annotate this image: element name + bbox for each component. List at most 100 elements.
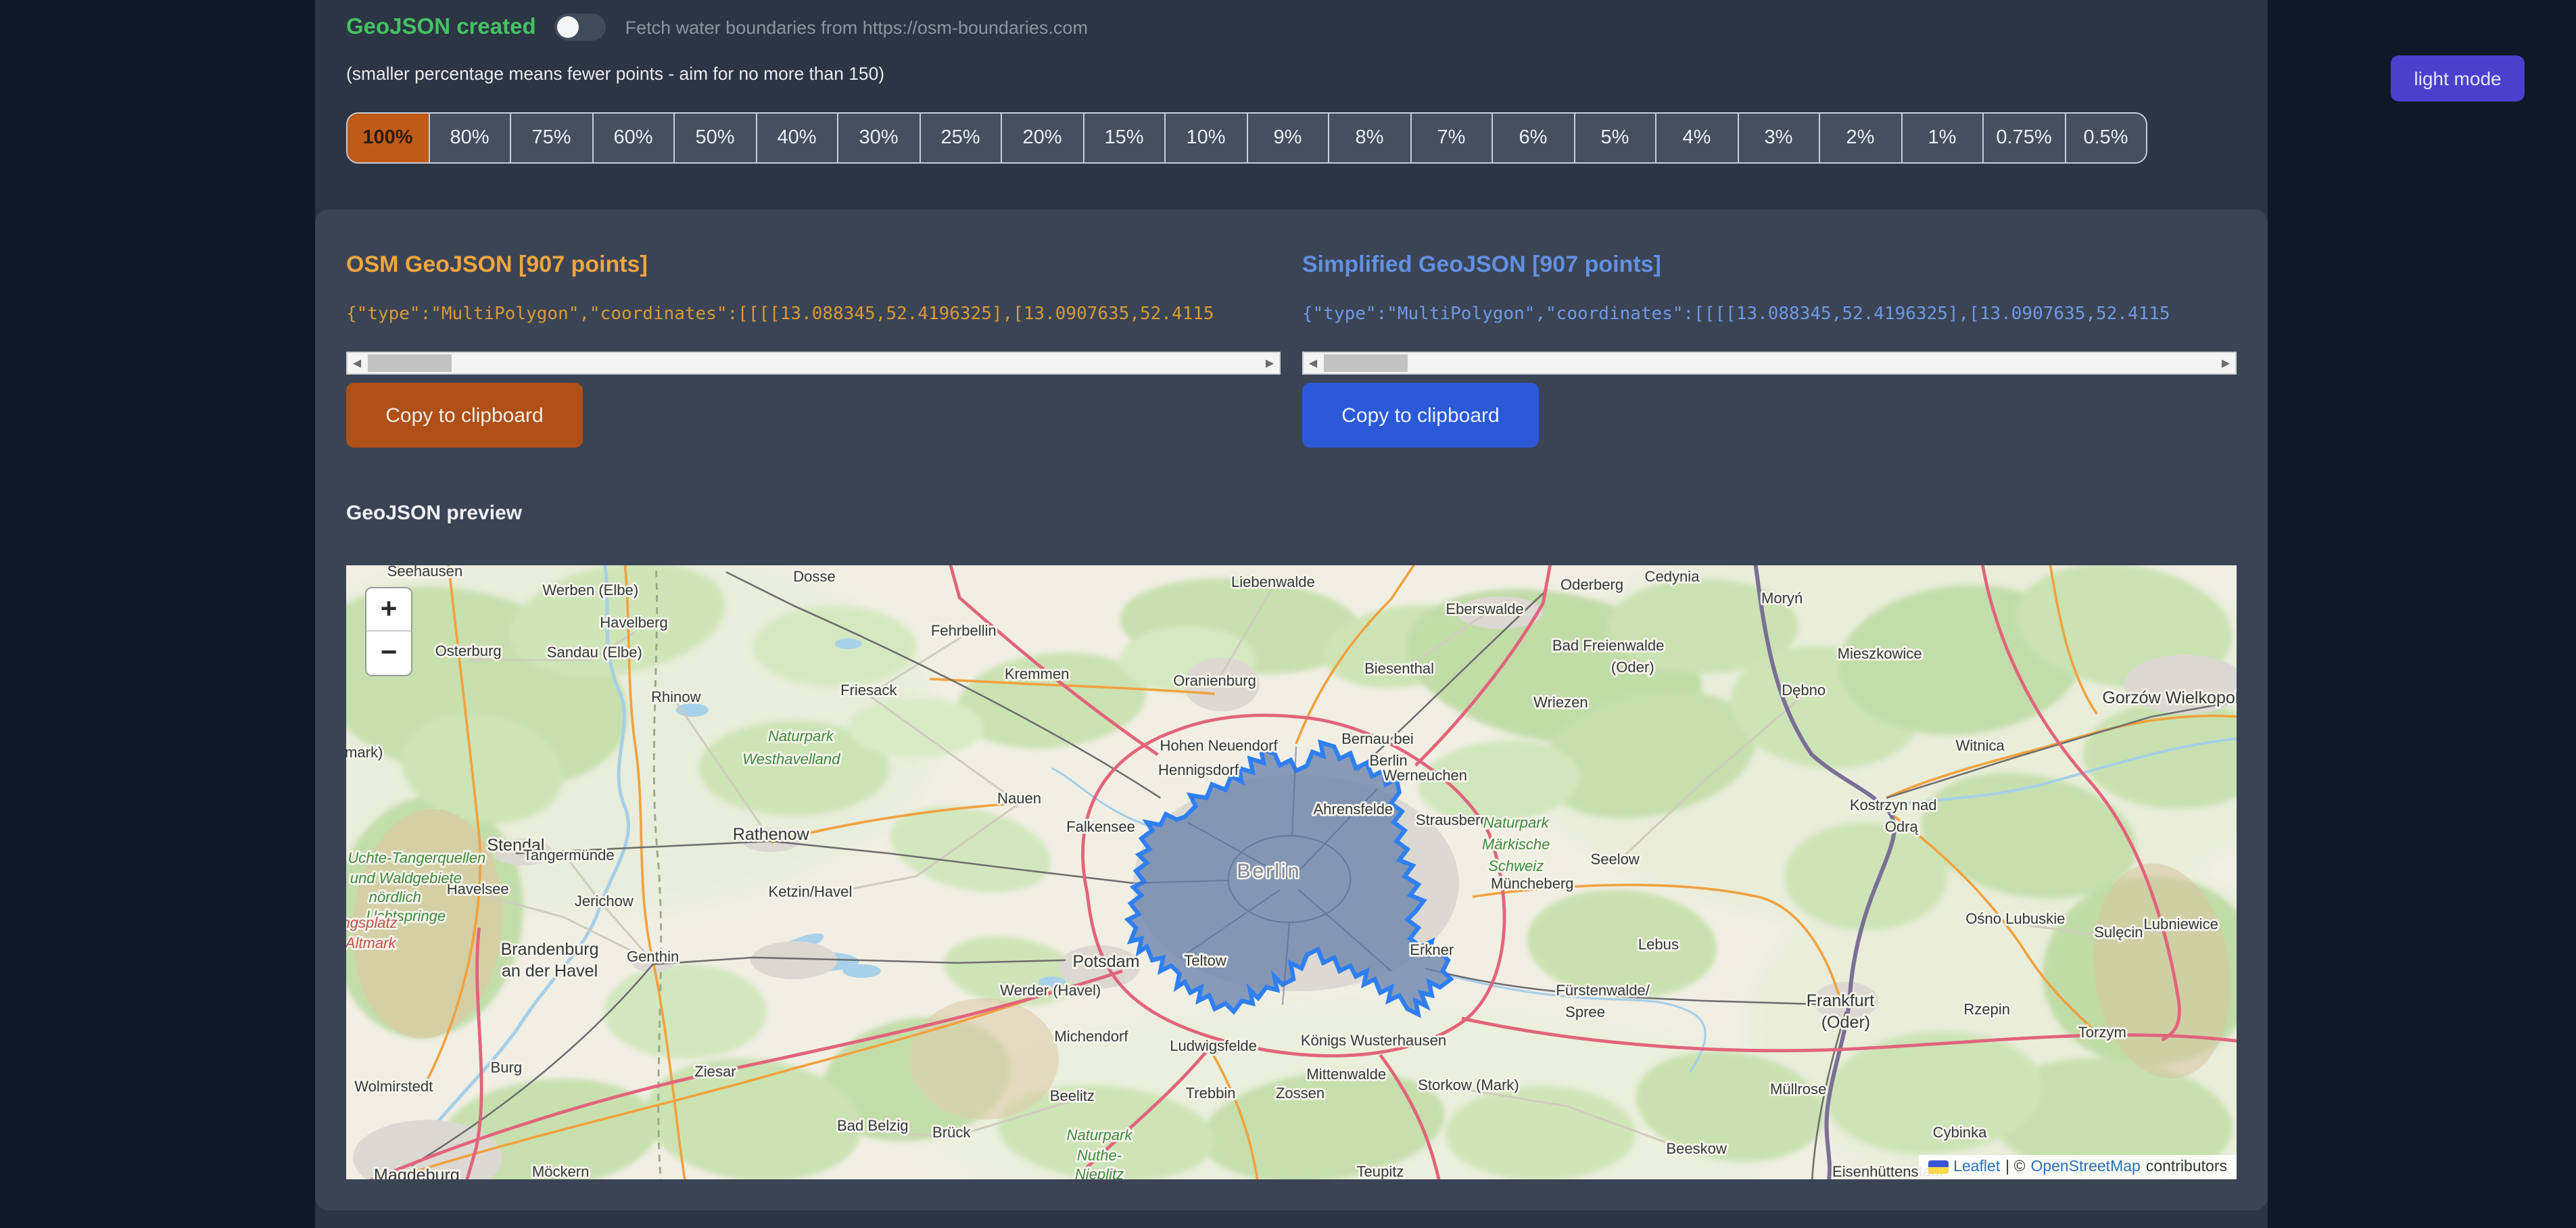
map-label: Altmark [346,935,396,951]
map-label: Moryń [1761,590,1803,607]
map-label: Westhavelland [742,751,840,768]
map-label: Sulęcin [2094,924,2143,941]
map-label: und Waldgebiete [350,870,462,887]
map-label: Bad Belzig [837,1117,908,1134]
map-label: Wolmirstedt [354,1078,433,1095]
map-label: Wriezen [1533,694,1588,711]
light-mode-button[interactable]: light mode [2391,55,2525,101]
percent-option-60[interactable]: 60% [593,114,675,162]
simplified-copy-button[interactable]: Copy to clipboard [1302,383,1539,448]
preview-title: GeoJSON preview [346,502,522,525]
percent-option-7[interactable]: 7% [1411,114,1493,162]
map-label: Müllrose [1770,1081,1826,1097]
map-label: (Oder) [1821,1013,1870,1032]
percent-option-50[interactable]: 50% [675,114,757,162]
percent-option-40[interactable]: 40% [757,114,838,162]
scroll-right-icon[interactable]: ▶ [2216,353,2235,373]
percent-option-2[interactable]: 2% [1820,114,1902,162]
map-label: Königs Wusterhausen [1301,1032,1446,1049]
ukraine-flag-icon [1928,1160,1948,1174]
percent-group: 100%80%75%60%50%40%30%25%20%15%10%9%8%7%… [346,112,2147,164]
attribution-separator: | © [2005,1159,2025,1175]
percent-option-6[interactable]: 6% [1493,114,1575,162]
openstreetmap-link[interactable]: OpenStreetMap [2030,1159,2140,1175]
scroll-right-icon[interactable]: ▶ [1260,353,1279,373]
map-label: Bernau bei [1341,730,1414,747]
map-label: Lebus [1638,936,1679,953]
map-label: Friesack [840,682,897,699]
map-label: Mittenwalde [1306,1066,1386,1083]
map-label: Möckern [532,1163,590,1179]
map-label: Mieszkowice [1838,645,1922,662]
percent-option-9[interactable]: 9% [1247,114,1329,162]
simplified-json-output[interactable]: {"type":"MultiPolygon","coordinates":[[[… [1302,304,2237,326]
map-label: Kostrzyn nad [1850,797,1937,813]
zoom-in-button[interactable]: + [366,588,411,632]
percent-option-15[interactable]: 15% [1084,114,1166,162]
content-column: GeoJSON created Fetch water boundaries f… [315,0,2268,1228]
percent-option-0.5[interactable]: 0.5% [2066,114,2146,162]
map-label: Cedynia [1645,568,1700,585]
percent-option-8[interactable]: 8% [1329,114,1411,162]
percent-option-80[interactable]: 80% [429,114,511,162]
percent-option-5[interactable]: 5% [1575,114,1656,162]
percent-option-0.75[interactable]: 0.75% [1984,114,2066,162]
map-tiles: SeehausenWerben (Elbe)DosseLiebenwaldeOd… [346,565,2237,1179]
map-label: Biesenthal [1364,660,1434,677]
osm-json-scrollbar[interactable]: ◀ ▶ [346,352,1281,375]
map-label: Osterburg [435,642,502,659]
percent-option-4[interactable]: 4% [1656,114,1738,162]
map-label: Brück [932,1124,971,1141]
percent-option-75[interactable]: 75% [511,114,593,162]
water-boundaries-toggle[interactable] [555,14,606,41]
percent-option-30[interactable]: 30% [838,114,920,162]
map-label: Falkensee [1066,818,1135,835]
map-label: Oderberg [1560,576,1623,593]
map-label: Eberswalde [1446,600,1523,617]
map-label: Müncheberg [1491,875,1574,892]
map-label: Werneuchen [1383,767,1467,784]
osm-panel-title: OSM GeoJSON [907 points] [346,252,1281,279]
simplified-json-scrollbar[interactable]: ◀ ▶ [1302,352,2237,375]
map-label: Potsdam [1073,952,1140,971]
percent-option-20[interactable]: 20% [1002,114,1084,162]
map-label: Teltow [1184,952,1226,969]
percent-option-100[interactable]: 100% [348,114,429,162]
percentage-hint: (smaller percentage means fewer points -… [346,64,884,84]
map-label: Torzym [2078,1024,2126,1041]
osm-copy-button[interactable]: Copy to clipboard [346,383,583,448]
map-label: Burg [491,1059,523,1076]
map-label: Schweiz [1488,857,1544,874]
map-label: Sandau (Elbe) [547,644,642,661]
map-label: (Oder) [1611,659,1654,676]
scroll-left-icon[interactable]: ◀ [1304,353,1322,373]
scroll-left-icon[interactable]: ◀ [348,353,366,373]
map-label: Rathenow [733,825,810,844]
map-label: Seelow [1591,851,1640,868]
map-label: Ośno Lubuskie [1965,910,2065,927]
map-label: Berlin [1237,860,1301,882]
percent-option-25[interactable]: 25% [920,114,1002,162]
percent-option-3[interactable]: 3% [1738,114,1820,162]
scrollbar-thumb[interactable] [1324,354,1408,372]
map-label: Fehrbellin [931,622,997,639]
map-canvas[interactable]: SeehausenWerben (Elbe)DosseLiebenwaldeOd… [346,565,2237,1179]
map-label: Trebbin [1186,1085,1236,1102]
percent-option-1[interactable]: 1% [1902,114,1984,162]
map-label: Uchte-Tangerquellen [348,849,485,866]
zoom-out-button[interactable]: − [366,632,411,675]
map-label: Witnica [1955,737,2005,754]
map-label: Genthin [627,948,679,965]
map-label: Fürstenwalde/ [1556,982,1650,999]
osm-panel: OSM GeoJSON [907 points] {"type":"MultiP… [346,245,1281,448]
map-label: an der Havel [502,962,598,981]
leaflet-link[interactable]: Leaflet [1953,1159,2000,1175]
water-boundaries-toggle-label: Fetch water boundaries from https://osm-… [625,17,1088,37]
osm-json-output[interactable]: {"type":"MultiPolygon","coordinates":[[[… [346,304,1281,326]
scrollbar-thumb[interactable] [368,354,452,372]
map-label: Oranienburg [1173,672,1256,689]
map-label: Nauen [997,790,1041,807]
geojson-status-label: GeoJSON created [346,14,536,40]
percent-option-10[interactable]: 10% [1166,114,1247,162]
map-label: Park (Altmark) [346,744,383,761]
